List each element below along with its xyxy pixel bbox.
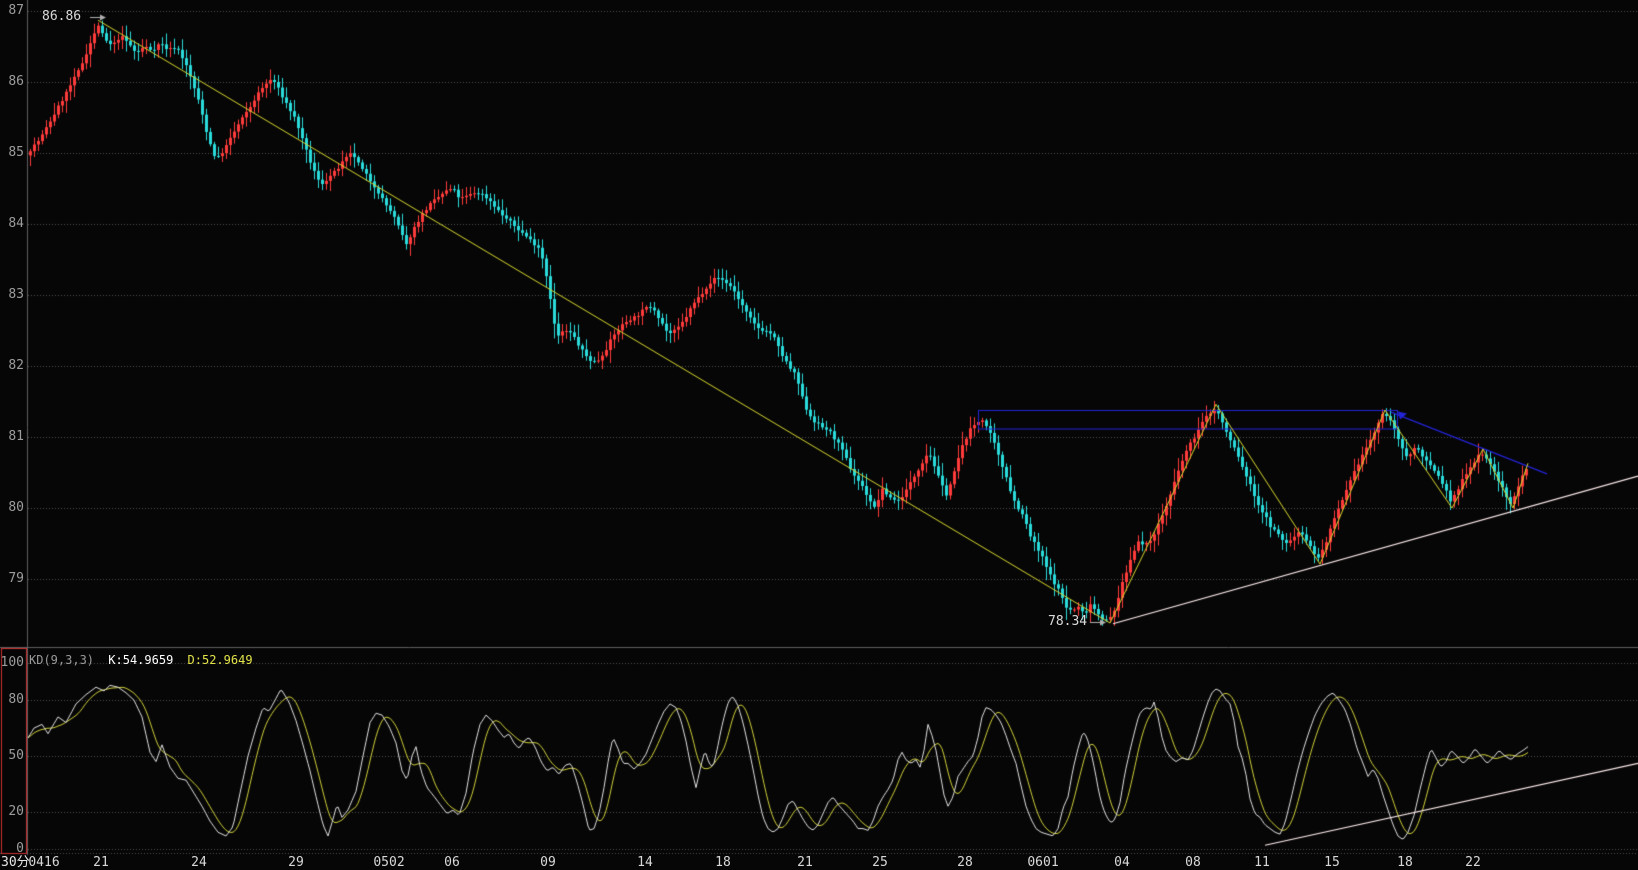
price-axis-label: 84 bbox=[8, 216, 24, 231]
price-axis-label: 80 bbox=[8, 500, 24, 515]
kd-axis-label: 20 bbox=[8, 804, 24, 819]
kd-indicator-header: KD(9,3,3) K:54.9659 D:52.9649 bbox=[29, 653, 253, 667]
date-axis-label: 04 bbox=[1114, 855, 1130, 870]
date-axis-label: 18 bbox=[715, 855, 731, 870]
trading-chart-app: 86.86 78.34 KD(9,3,3) K:54.9659 D:52.964… bbox=[0, 0, 1638, 870]
high-price-label: 86.86 bbox=[42, 9, 82, 24]
price-axis-label: 81 bbox=[8, 429, 24, 444]
price-axis-label: 83 bbox=[8, 287, 24, 302]
date-axis-label: 08 bbox=[1185, 855, 1201, 870]
kd-d-value: D:52.9649 bbox=[187, 653, 253, 667]
price-axis-label: 86 bbox=[8, 74, 24, 89]
price-axis-label: 79 bbox=[8, 571, 24, 586]
kd-axis-label: 50 bbox=[8, 748, 24, 763]
date-axis-label: 29 bbox=[288, 855, 304, 870]
price-axis-label: 87 bbox=[8, 3, 24, 18]
date-axis-label: 15 bbox=[1324, 855, 1340, 870]
price-axis-label: 82 bbox=[8, 358, 24, 373]
date-axis-label: 0502 bbox=[373, 855, 405, 870]
date-axis-label: 09 bbox=[540, 855, 556, 870]
kd-axis-label: 100 bbox=[0, 655, 24, 670]
date-axis-label: 06 bbox=[444, 855, 460, 870]
date-axis-label: 18 bbox=[1397, 855, 1413, 870]
date-axis-label: 14 bbox=[637, 855, 653, 870]
price-axis-label: 85 bbox=[8, 145, 24, 160]
low-price-label: 78.34 bbox=[1048, 614, 1088, 629]
date-axis-label: 25 bbox=[872, 855, 888, 870]
date-axis-label: 28 bbox=[957, 855, 973, 870]
date-axis-label: 0416 bbox=[28, 855, 60, 870]
date-axis-label: 11 bbox=[1254, 855, 1270, 870]
kd-indicator-name: KD(9,3,3) bbox=[29, 653, 95, 667]
date-axis-label: 24 bbox=[191, 855, 207, 870]
date-axis-label: 21 bbox=[93, 855, 109, 870]
date-axis-label: 21 bbox=[797, 855, 813, 870]
kd-axis-label: 80 bbox=[8, 692, 24, 707]
chart-canvas[interactable] bbox=[0, 0, 1638, 870]
kd-k-value: K:54.9659 bbox=[108, 653, 174, 667]
date-axis-label: 22 bbox=[1465, 855, 1481, 870]
kd-axis-label: 0 bbox=[16, 841, 24, 856]
date-axis-label: 0601 bbox=[1027, 855, 1059, 870]
